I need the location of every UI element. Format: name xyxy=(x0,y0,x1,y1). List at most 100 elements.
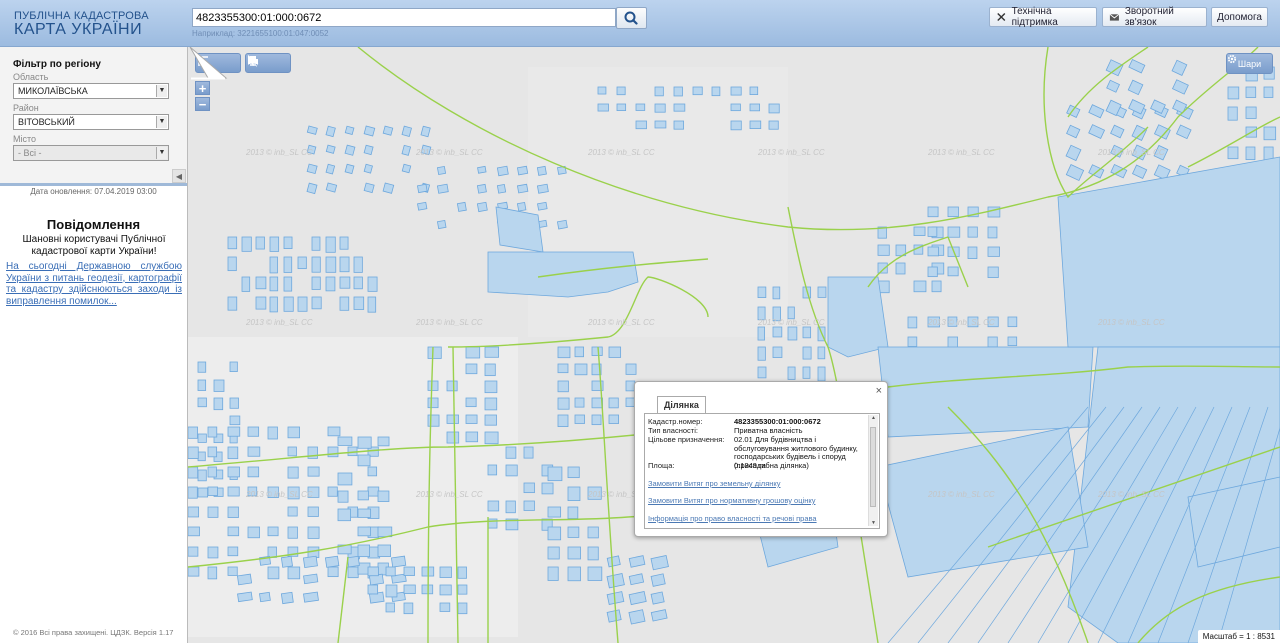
land-parcel[interactable] xyxy=(311,296,322,310)
land-parcel[interactable] xyxy=(987,336,998,348)
land-parcel[interactable] xyxy=(337,508,351,522)
land-parcel[interactable] xyxy=(344,125,355,136)
land-parcel[interactable] xyxy=(247,466,260,478)
land-parcel[interactable] xyxy=(367,276,378,292)
land-parcel[interactable] xyxy=(557,380,569,393)
land-parcel[interactable] xyxy=(772,346,783,358)
help-button[interactable]: Допомога xyxy=(1211,7,1268,27)
land-parcel[interactable] xyxy=(987,226,998,239)
search-button[interactable] xyxy=(616,7,647,29)
land-parcel[interactable] xyxy=(567,546,581,560)
land-parcel[interactable] xyxy=(536,165,547,176)
land-parcel[interactable] xyxy=(227,506,239,518)
land-parcel[interactable] xyxy=(307,466,320,477)
land-parcel[interactable] xyxy=(347,566,359,579)
land-parcel[interactable] xyxy=(484,346,500,358)
land-parcel[interactable] xyxy=(357,544,371,558)
land-parcel[interactable] xyxy=(673,120,684,130)
land-parcel[interactable] xyxy=(267,546,277,558)
land-parcel[interactable] xyxy=(227,566,238,576)
land-parcel[interactable] xyxy=(363,144,374,156)
land-parcel[interactable] xyxy=(730,120,742,131)
land-parcel[interactable] xyxy=(403,566,415,576)
land-parcel[interactable] xyxy=(377,526,393,538)
land-parcel[interactable] xyxy=(255,236,265,250)
land-parcel[interactable] xyxy=(439,584,452,596)
land-parcel[interactable] xyxy=(476,201,488,213)
land-parcel[interactable] xyxy=(557,414,569,427)
land-parcel[interactable] xyxy=(730,86,742,96)
land-parcel[interactable] xyxy=(339,256,350,273)
land-parcel[interactable] xyxy=(523,446,534,459)
land-parcel[interactable] xyxy=(505,464,518,477)
land-parcel[interactable] xyxy=(363,182,375,194)
land-parcel[interactable] xyxy=(591,414,602,426)
land-parcel[interactable] xyxy=(197,379,207,391)
land-parcel[interactable] xyxy=(344,163,355,175)
land-parcel[interactable] xyxy=(188,486,198,499)
land-parcel[interactable] xyxy=(574,414,585,424)
land-parcel[interactable] xyxy=(1245,86,1257,98)
land-parcel[interactable] xyxy=(287,446,297,457)
land-parcel[interactable] xyxy=(476,183,487,194)
land-parcel[interactable] xyxy=(207,506,219,518)
land-parcel[interactable] xyxy=(523,500,535,511)
cadastral-search-input[interactable] xyxy=(192,8,616,27)
land-parcel[interactable] xyxy=(213,379,225,392)
land-parcel[interactable] xyxy=(401,125,412,137)
land-parcel[interactable] xyxy=(547,526,562,541)
land-parcel[interactable] xyxy=(417,183,428,194)
land-parcel[interactable] xyxy=(650,573,666,587)
land-parcel[interactable] xyxy=(297,256,307,270)
land-parcel[interactable] xyxy=(436,219,447,230)
land-parcel[interactable] xyxy=(1245,106,1257,119)
land-parcel[interactable] xyxy=(547,506,562,518)
land-parcel[interactable] xyxy=(650,591,665,605)
land-parcel[interactable] xyxy=(768,103,780,114)
land-parcel[interactable] xyxy=(1007,336,1018,347)
tab-parcel[interactable]: Ділянка xyxy=(657,396,706,413)
land-parcel[interactable] xyxy=(927,246,939,257)
land-parcel[interactable] xyxy=(229,415,241,426)
land-parcel[interactable] xyxy=(895,262,906,275)
land-parcel[interactable] xyxy=(1227,146,1239,160)
zoom-in-button[interactable]: + xyxy=(195,81,210,95)
land-parcel[interactable] xyxy=(357,508,372,518)
identify-button[interactable]: ? xyxy=(248,54,286,72)
land-parcel[interactable] xyxy=(267,566,280,580)
land-parcel[interactable] xyxy=(802,366,811,379)
land-parcel[interactable] xyxy=(516,165,529,176)
land-parcel[interactable] xyxy=(692,86,703,96)
land-parcel[interactable] xyxy=(591,397,603,409)
land-parcel[interactable] xyxy=(436,183,449,194)
land-parcel[interactable] xyxy=(311,236,321,251)
land-parcel[interactable] xyxy=(787,306,795,320)
land-parcel[interactable] xyxy=(465,346,481,359)
land-parcel[interactable] xyxy=(877,262,888,274)
land-parcel[interactable] xyxy=(269,236,280,252)
land-parcel[interactable] xyxy=(229,397,239,409)
land-parcel[interactable] xyxy=(827,276,889,358)
land-parcel[interactable] xyxy=(574,363,588,376)
land-parcel[interactable] xyxy=(283,276,293,292)
land-parcel[interactable] xyxy=(730,103,741,112)
land-parcel[interactable] xyxy=(427,397,439,409)
land-parcel[interactable] xyxy=(227,256,237,272)
land-parcel[interactable] xyxy=(207,426,218,438)
land-parcel[interactable] xyxy=(236,573,253,586)
land-parcel[interactable] xyxy=(567,506,579,519)
land-parcel[interactable] xyxy=(877,244,890,256)
land-parcel[interactable] xyxy=(427,414,440,427)
land-parcel[interactable] xyxy=(417,201,428,211)
land-parcel[interactable] xyxy=(439,566,452,578)
land-parcel[interactable] xyxy=(237,591,253,603)
land-parcel[interactable] xyxy=(255,276,267,290)
land-parcel[interactable] xyxy=(505,446,517,459)
land-parcel[interactable] xyxy=(927,206,939,218)
scroll-thumb[interactable] xyxy=(870,427,876,507)
land-parcel[interactable] xyxy=(287,506,298,517)
land-parcel[interactable] xyxy=(456,201,467,212)
land-parcel[interactable] xyxy=(574,346,584,358)
land-parcel[interactable] xyxy=(817,286,827,298)
land-parcel[interactable] xyxy=(484,397,498,411)
